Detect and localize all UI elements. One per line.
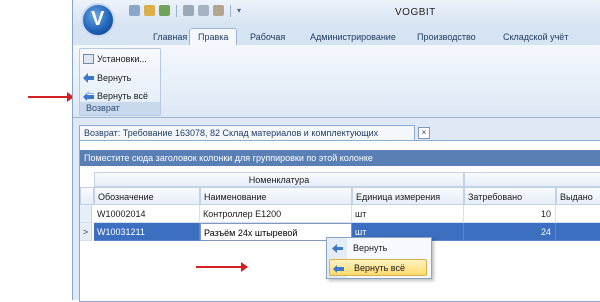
cell-requested[interactable]: 24	[464, 223, 556, 241]
tab-warehouse[interactable]: Складской учёт	[503, 29, 568, 45]
arrow-left-icon	[332, 244, 343, 253]
ribbon-group-label: Возврат	[80, 102, 160, 115]
row-indicator[interactable]	[80, 205, 92, 223]
column-header-name[interactable]: Наименование	[200, 187, 352, 205]
context-menu-return-all-label: Вернуть всё	[354, 263, 405, 273]
settings-button-label: Установки...	[97, 54, 147, 64]
column-header-requested[interactable]: Затребовано	[464, 187, 556, 205]
tab-edit[interactable]: Правка	[189, 28, 238, 46]
settings-icon	[83, 54, 94, 64]
toolbar-divider	[230, 5, 231, 17]
toolbar-divider	[176, 5, 177, 17]
band-header-nomenclature[interactable]: Номенклатура	[94, 172, 464, 187]
row-indicator[interactable]: >	[80, 223, 92, 241]
cell-code[interactable]: W10002014	[94, 205, 200, 223]
print-icon[interactable]	[159, 5, 170, 16]
context-menu-return-all[interactable]: Вернуть всё	[329, 259, 427, 276]
copy-icon[interactable]	[198, 5, 209, 16]
cell-name[interactable]: Контроллер E1200	[200, 205, 352, 223]
return-group: Установки... Вернуть Вернуть всё Возврат	[79, 48, 161, 116]
tab-work[interactable]: Рабочая	[250, 29, 285, 45]
new-icon[interactable]	[144, 5, 155, 16]
return-button-label: Вернуть	[97, 73, 132, 83]
cell-unit[interactable]: шт	[352, 205, 464, 223]
chevron-down-icon[interactable]: ▾	[237, 5, 241, 17]
context-menu: Вернуть Вернуть всё	[326, 237, 432, 279]
cell-issued[interactable]	[556, 223, 600, 241]
return-all-icon	[83, 91, 94, 101]
ribbon-tab-bar: Главная Правка Рабочая Администрирование…	[73, 26, 600, 46]
app-logo-button[interactable]: V	[81, 3, 115, 37]
title-bar: ▾ VOGBIT	[73, 0, 600, 26]
tab-administration[interactable]: Администрирование	[310, 29, 396, 45]
app-title: VOGBIT	[395, 7, 436, 18]
tab-production[interactable]: Производство	[417, 29, 476, 45]
save-icon[interactable]	[129, 5, 140, 16]
close-icon[interactable]: ×	[418, 127, 430, 139]
context-menu-return-label: Вернуть	[353, 243, 388, 253]
quick-access-toolbar: ▾	[129, 5, 241, 17]
app-window: ▾ VOGBIT V Главная Правка Рабочая Админи…	[72, 0, 600, 302]
cell-code[interactable]: W10031211	[94, 223, 200, 241]
return-all-button-label: Вернуть всё	[97, 91, 148, 101]
column-header-indicator	[80, 187, 94, 205]
band-header-empty	[464, 172, 600, 187]
annotation-arrow-ribbon	[28, 92, 74, 102]
cell-requested[interactable]: 10	[464, 205, 556, 223]
column-header-unit[interactable]: Единица измерения	[352, 187, 464, 205]
column-header-issued[interactable]: Выдано	[556, 187, 600, 205]
paste-icon[interactable]	[213, 5, 224, 16]
group-by-area[interactable]: Поместите сюда заголовок колонки для гру…	[80, 150, 600, 166]
logo-letter: V	[91, 8, 105, 30]
arrow-left-icon	[83, 73, 94, 83]
ribbon-panel: Установки... Вернуть Вернуть всё Возврат	[73, 45, 600, 118]
column-header-code[interactable]: Обозначение	[94, 187, 200, 205]
document-tab-title: Возврат: Требование 163078, 82 Склад мат…	[84, 128, 379, 138]
return-all-icon	[333, 265, 344, 273]
annotation-arrow-context-menu	[196, 262, 248, 272]
document-tab[interactable]: Возврат: Требование 163078, 82 Склад мат…	[79, 125, 430, 141]
cell-issued[interactable]	[556, 205, 600, 223]
tool-icon[interactable]	[183, 5, 194, 16]
context-menu-return[interactable]: Вернуть	[329, 240, 427, 257]
tab-home[interactable]: Главная	[153, 29, 187, 45]
